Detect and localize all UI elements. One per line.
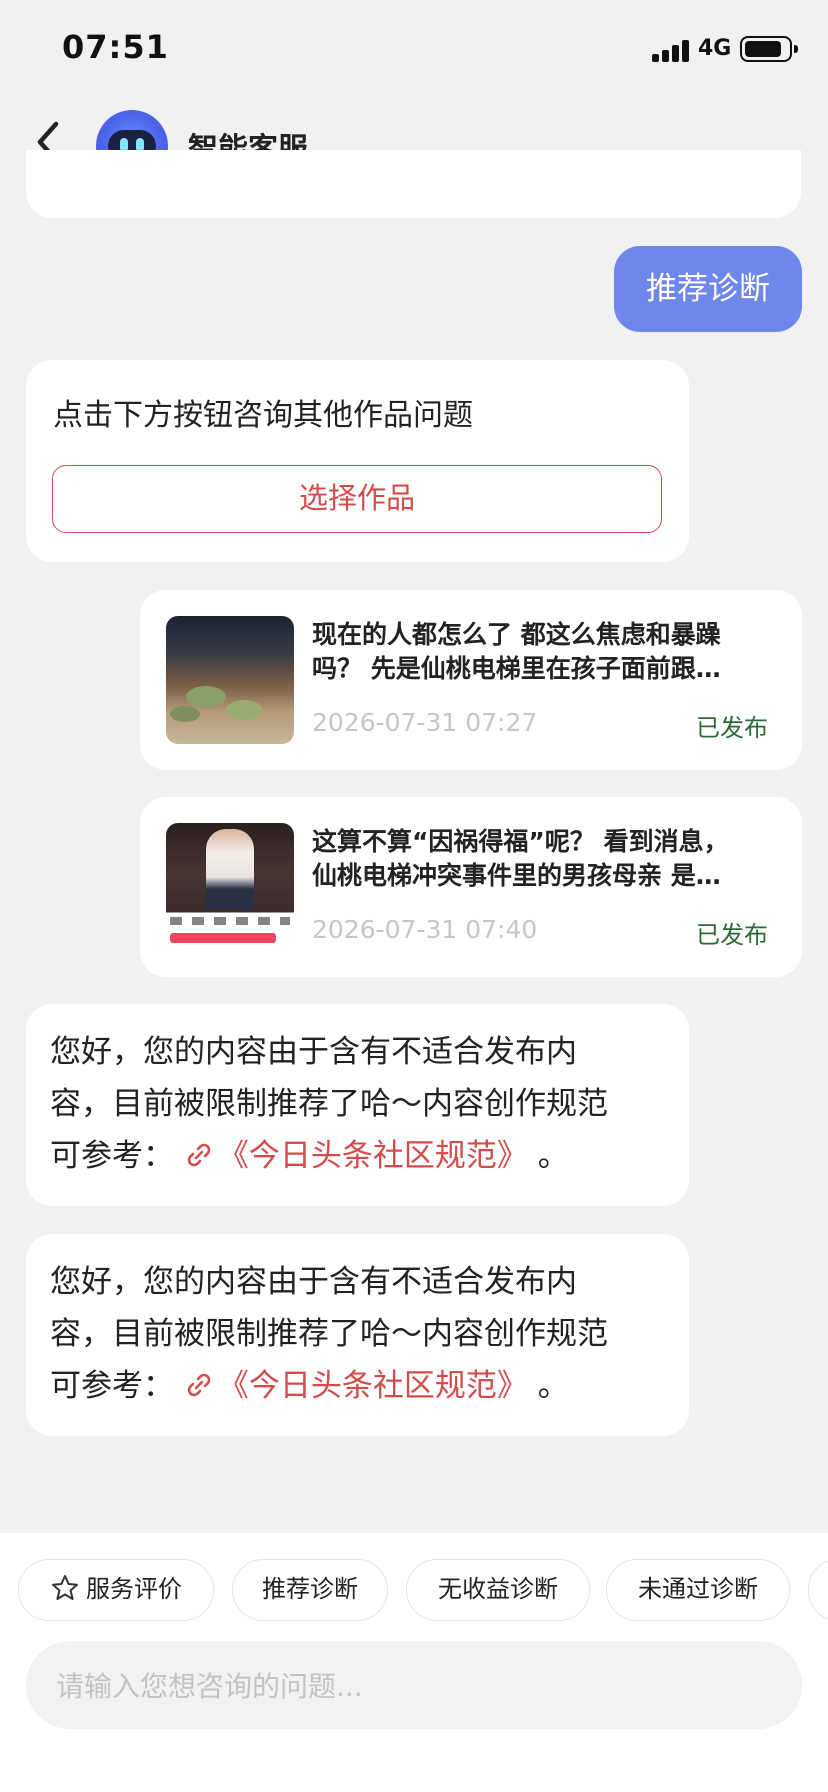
link-icon [187, 1373, 211, 1397]
work-status: 已发布 [696, 921, 768, 949]
work-card[interactable]: 这算不算“因祸得福”呢？ 看到消息， 仙桃电梯冲突事件里的男孩母亲 是… 202… [140, 797, 802, 977]
bot-message-text: 您好，您的内容由于含有不适合发布内 容，目前被限制推荐了哈～内容创作规范 可参考… [50, 1034, 608, 1174]
rejected-diagnosis-chip[interactable]: 未通过诊断 [606, 1559, 790, 1621]
work-thumbnail [166, 616, 294, 744]
work-card[interactable]: 现在的人都怎么了 都这么焦虑和暴躁 吗？ 先是仙桃电梯里在孩子面前跟… 2026… [140, 590, 802, 770]
work-status: 已发布 [696, 714, 768, 742]
recommend-diagnosis-chip[interactable]: 推荐诊断 [232, 1559, 388, 1621]
more-chip[interactable] [808, 1559, 828, 1621]
work-thumbnail [166, 823, 294, 951]
previous-message-card [26, 150, 801, 218]
user-message-bubble: 推荐诊断 [614, 246, 802, 332]
bot-prompt-card: 点击下方按钮咨询其他作品问题 选择作品 [26, 360, 689, 562]
select-work-button[interactable]: 选择作品 [52, 465, 662, 533]
status-bar: 07:51 4G [0, 0, 828, 100]
work-date: 2026-07-31 07:40 [312, 915, 538, 944]
work-title: 现在的人都怎么了 都这么焦虑和暴躁 吗？ 先是仙桃电梯里在孩子面前跟… [312, 620, 721, 683]
prompt-text: 点击下方按钮咨询其他作品问题 [53, 398, 473, 433]
work-date: 2026-07-31 07:27 [312, 708, 538, 737]
community-guidelines-link[interactable]: 《今日头条社区规范》 [184, 1138, 538, 1174]
question-input[interactable] [54, 1641, 778, 1731]
link-icon [187, 1143, 211, 1167]
status-time: 07:51 [62, 28, 169, 66]
work-title: 这算不算“因祸得福”呢？ 看到消息， 仙桃电梯冲突事件里的男孩母亲 是… [312, 827, 729, 890]
bot-message-card: 您好，您的内容由于含有不适合发布内 容，目前被限制推荐了哈～内容创作规范 可参考… [26, 1004, 689, 1206]
network-type: 4G [698, 36, 732, 61]
bot-message-card: 您好，您的内容由于含有不适合发布内 容，目前被限制推荐了哈～内容创作规范 可参考… [26, 1234, 689, 1436]
bottom-panel: 服务评价 推荐诊断 无收益诊断 未通过诊断 [0, 1533, 828, 1792]
signal-icon [652, 38, 690, 62]
question-input-container [26, 1641, 802, 1731]
star-icon [52, 1575, 78, 1600]
community-guidelines-link[interactable]: 《今日头条社区规范》 [184, 1368, 538, 1404]
service-rating-chip[interactable]: 服务评价 [18, 1559, 214, 1621]
no-revenue-diagnosis-chip[interactable]: 无收益诊断 [406, 1559, 590, 1621]
battery-icon [740, 36, 798, 62]
bot-message-text: 您好，您的内容由于含有不适合发布内 容，目前被限制推荐了哈～内容创作规范 可参考… [50, 1264, 608, 1404]
